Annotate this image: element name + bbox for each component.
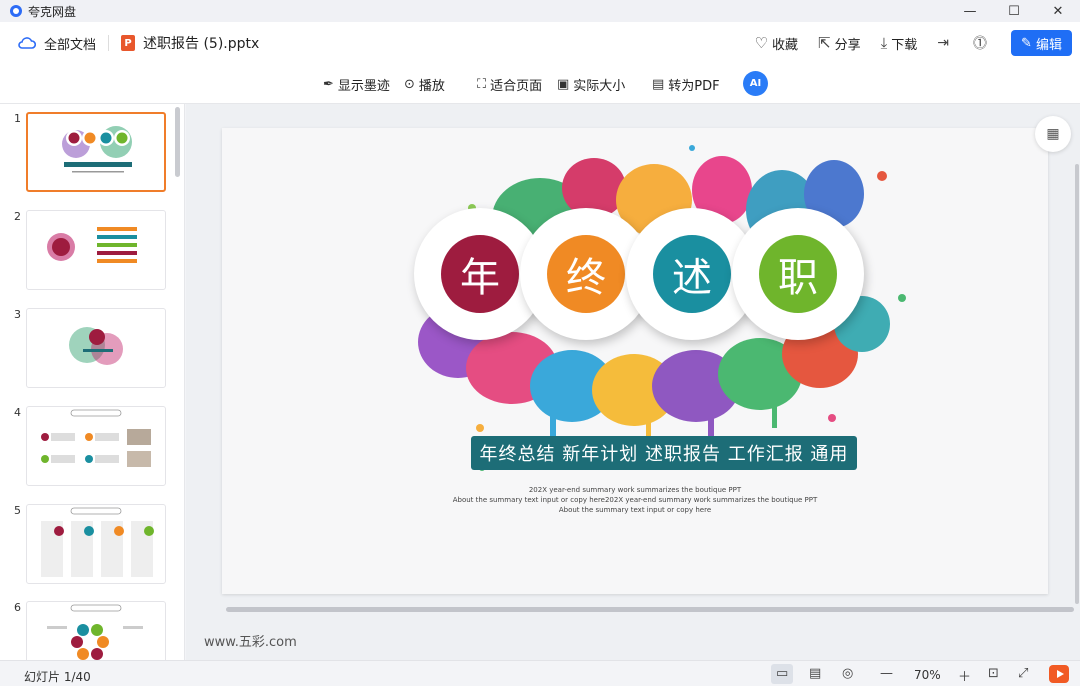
play-button[interactable]: ⊙ 播放 [404, 75, 445, 94]
maximize-button[interactable]: ☐ [992, 0, 1036, 22]
title-char-2: 终 [547, 235, 625, 313]
fit-page-icon: ⛶ [477, 77, 487, 92]
title-char-3: 述 [653, 235, 731, 313]
app-title: 夸克网盘 [28, 4, 77, 19]
normal-view-icon[interactable]: ▭ [776, 666, 788, 681]
feedback-icon[interactable]: ⓵ [973, 33, 987, 53]
title-char-1: 年 [441, 235, 519, 313]
ai-assistant-button[interactable]: AI [743, 71, 768, 96]
zoom-level: 70% [914, 668, 941, 682]
window-controls: — ☐ ✕ [948, 0, 1080, 22]
slide-subtitle-2: About the summary text input or copy her… [452, 496, 818, 504]
file-name: 述职报告 (5).pptx [143, 36, 260, 52]
thumbnail-card[interactable] [26, 504, 166, 584]
play-circle-icon: ⊙ [404, 77, 415, 92]
slide-subtitle-3: About the summary text input or copy her… [558, 506, 712, 514]
to-pdf-button[interactable]: ▤ 转为PDF [652, 75, 720, 94]
show-ink-button[interactable]: ✒ 显示墨迹 [323, 75, 390, 94]
minimize-button[interactable]: — [948, 0, 992, 22]
status-bar: 幻灯片 1/40 ▭ ▤ ◎ — 70% ＋ ⊡ ⤢ [0, 660, 1080, 686]
vertical-scrollbar[interactable] [1075, 164, 1079, 604]
pptx-file-icon: P [121, 35, 136, 51]
favorite-label: 收藏 [772, 37, 799, 53]
share-label: 分享 [834, 37, 861, 53]
paint-splash-background [418, 145, 906, 471]
thumbnail-number: 1 [14, 112, 21, 125]
thumbnail-card[interactable] [26, 406, 166, 486]
open-external-icon[interactable]: ⇥ [937, 35, 949, 51]
notes-view-icon[interactable]: ▤ [809, 666, 821, 681]
thumbnail-scrollbar[interactable] [175, 107, 180, 177]
slide-viewport: 年 终 述 职 年终总结 新年计划 述职报告 工作汇报 通用 202X year… [186, 104, 1080, 660]
horizontal-scrollbar[interactable] [226, 607, 1074, 612]
share-button[interactable]: ⇱ 分享 [818, 34, 861, 53]
actual-size-icon: ▣ [557, 77, 570, 92]
all-docs-link[interactable]: 全部文档 [44, 34, 96, 53]
slide-subtitle-1: 202X year-end summary work summarizes th… [528, 486, 742, 494]
breadcrumb-divider [108, 35, 110, 51]
zoom-out-icon[interactable]: — [880, 666, 893, 681]
play-label: 播放 [418, 79, 445, 94]
current-slide: 年 终 述 职 年终总结 新年计划 述职报告 工作汇报 通用 202X year… [222, 128, 1048, 594]
thumbnail-card[interactable] [26, 308, 166, 388]
share-icon: ⇱ [818, 34, 831, 52]
thumbnail-number: 3 [14, 308, 21, 321]
title-circle-4: 职 [732, 208, 864, 340]
title-circles: 年 终 述 职 [414, 208, 864, 348]
header-actions: ♡ 收藏 ⇱ 分享 ⤓ 下载 ⇥ ⓵ ✎ 编辑 [755, 22, 1080, 64]
slide-count: 幻灯片 1/40 [24, 670, 91, 684]
download-label: 下载 [891, 37, 918, 53]
fullscreen-icon[interactable]: ⤢ [1018, 666, 1028, 681]
actual-size-button[interactable]: ▣ 实际大小 [557, 75, 625, 94]
pencil-icon: ✎ [1021, 35, 1032, 51]
thumbnail-number: 6 [14, 601, 21, 614]
pdf-icon: ▤ [652, 77, 665, 92]
fit-window-icon[interactable]: ⊡ [988, 666, 999, 681]
app-logo-icon [10, 5, 22, 17]
title-bar: 夸克网盘 — ☐ ✕ [0, 0, 1080, 22]
heart-icon: ♡ [754, 34, 768, 52]
header-toolbar: 全部文档 P 述职报告 (5).pptx ♡ 收藏 ⇱ 分享 ⤓ 下载 ⇥ ⓵ … [0, 22, 1080, 64]
edit-button[interactable]: ✎ 编辑 [1011, 30, 1072, 56]
breadcrumb: 全部文档 P 述职报告 (5).pptx [0, 33, 259, 53]
zoom-in-icon[interactable]: ＋ [958, 666, 971, 685]
watermark-text: www.五彩.com [204, 635, 297, 650]
download-button[interactable]: ⤓ 下载 [881, 34, 918, 53]
thumbnail-number: 5 [14, 504, 21, 517]
close-button[interactable]: ✕ [1036, 0, 1080, 22]
slide-thumbnails-panel: 1 2 3 4 5 6 [0, 104, 185, 660]
slideshow-play-icon[interactable] [1049, 665, 1069, 683]
edit-label: 编辑 [1035, 37, 1062, 53]
thumbnail-card[interactable] [26, 601, 166, 660]
title-char-4: 职 [759, 235, 837, 313]
thumbnail-number: 2 [14, 210, 21, 223]
thumbnail-number: 4 [14, 406, 21, 419]
download-icon: ⤓ [880, 34, 888, 52]
ink-icon: ✒ [323, 77, 334, 92]
slide-banner: 年终总结 新年计划 述职报告 工作汇报 通用 [471, 436, 857, 470]
favorite-button[interactable]: ♡ 收藏 [755, 34, 798, 53]
cloud-icon[interactable] [18, 37, 36, 49]
fit-page-button[interactable]: ⛶ 适合页面 [477, 75, 542, 94]
actual-size-label: 实际大小 [573, 79, 626, 94]
thumbnail-card-active[interactable] [26, 112, 166, 192]
viewer-toolbar: ✒ 显示墨迹 ⊙ 播放 ⛶ 适合页面 ▣ 实际大小 ▤ 转为PDF AI [0, 64, 1080, 104]
thumbnail-card[interactable] [26, 210, 166, 290]
slide-tool-icon[interactable]: ▦ [1035, 116, 1071, 152]
globe-icon[interactable]: ◎ [842, 666, 853, 681]
show-ink-label: 显示墨迹 [337, 79, 390, 94]
to-pdf-label: 转为PDF [668, 79, 720, 94]
fit-page-label: 适合页面 [490, 79, 543, 94]
